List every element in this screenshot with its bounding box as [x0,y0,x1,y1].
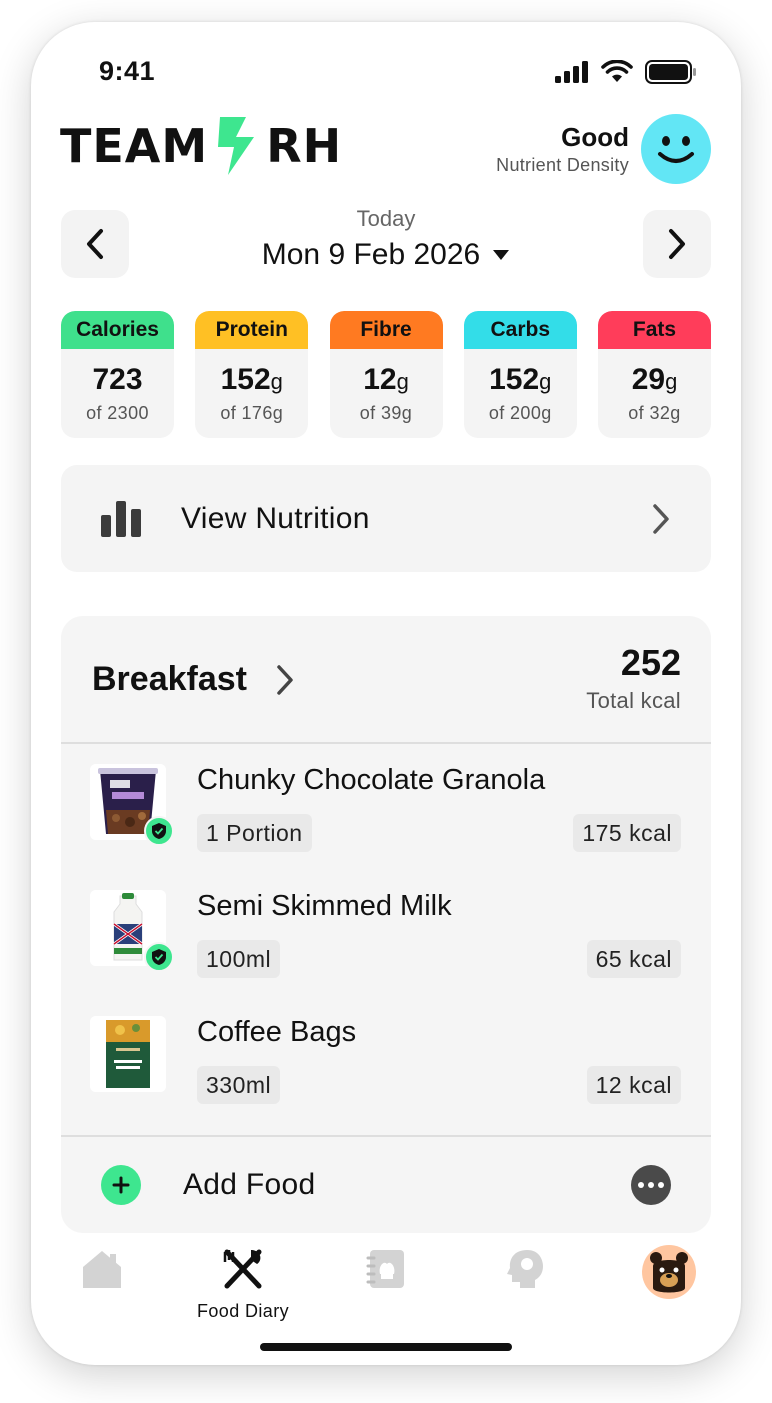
chevron-right-icon [669,229,685,259]
logo-text-left: TEAM [60,119,209,173]
macro-calories-header: Calories [61,311,174,349]
next-day-button[interactable] [643,210,711,278]
nutrient-density-value: Good [561,122,629,152]
verified-shield-icon [144,942,174,972]
macro-fibre-target: of 39g [359,403,413,423]
macro-fats-unit: g [665,369,678,394]
status-icons [555,60,697,84]
macro-calories-target: of 2300 [86,403,149,423]
add-food-button[interactable]: Add Food [183,1168,316,1202]
macro-fibre-header: Fibre [329,311,443,349]
macro-protein-header: Protein [195,311,309,349]
meal-total-kcal-label: Total kcal [586,688,681,713]
meal-title: Breakfast [92,660,247,698]
verified-shield-icon [144,816,174,846]
nutrient-density[interactable]: Good Nutrient Density [496,122,629,176]
lightning-bolt-icon [218,117,255,175]
recipe-book-icon [366,1250,404,1288]
macro-fats-value: 29 [631,363,666,396]
cellular-signal-icon [555,61,588,83]
add-food-plus-icon[interactable] [101,1165,141,1205]
meal-total-kcal: 252 [620,642,681,683]
food-kcal: 175 kcal [573,814,681,852]
food-item[interactable]: Semi Skimmed Milk 100ml 65 kcal [61,890,711,990]
chevron-right-icon [277,664,293,695]
nutrient-density-label: Nutrient Density [496,155,629,175]
date-subtitle: Today [356,206,416,231]
phone-screen: 9:41 TEAM RH Good Nutrient Density Today… [31,22,741,1365]
macro-fats[interactable]: Fats 29g of 32g [598,311,711,438]
macro-protein-target: of 176g [220,403,284,423]
macro-calories[interactable]: Calories 723 of 2300 [61,311,174,438]
caret-down-icon [493,250,510,260]
macro-fibre[interactable]: Fibre 12g of 39g [329,311,443,438]
status-bar: 9:41 [31,22,741,122]
macro-protein-unit: g [270,369,283,394]
food-item[interactable]: Chunky Chocolate Granola 1 Portion 175 k… [61,764,711,864]
tab-home[interactable] [42,1248,162,1295]
head-brain-icon [507,1250,543,1288]
view-nutrition-button[interactable]: View Nutrition [61,465,711,572]
bar-chart-icon [101,500,141,537]
tab-coaching[interactable] [467,1248,587,1295]
logo-text-right: RH [266,119,343,173]
food-kcal: 12 kcal [586,1066,681,1104]
meal-header[interactable]: Breakfast 252 Total kcal [61,616,711,744]
fork-knife-icon [223,1249,262,1289]
tab-profile[interactable] [609,1245,729,1305]
macro-calories-value: 723 [92,363,143,396]
macro-fibre-value: 12 [363,363,397,396]
date-label: Mon 9 Feb 2026 [261,238,481,271]
chevron-right-icon [653,503,669,534]
home-icon [83,1251,121,1288]
food-portion[interactable]: 1 Portion [197,814,312,852]
macro-protein-value: 152 [220,363,271,396]
add-food-row: Add Food [61,1135,711,1233]
macro-fats-header: Fats [598,311,711,349]
food-kcal: 65 kcal [586,940,681,978]
macro-summary: Calories 723 of 2300 Protein 152g of 176… [61,311,711,438]
status-time: 9:41 [99,56,156,86]
food-portion[interactable]: 330ml [197,1066,281,1104]
macro-carbs-unit: g [539,369,552,394]
macro-carbs-value: 152 [489,363,540,396]
view-nutrition-label: View Nutrition [181,501,370,535]
battery-icon [645,60,696,84]
tab-label-food-diary: Food Diary [196,1301,290,1321]
food-name: Chunky Chocolate Granola [197,764,546,796]
smiley-face-icon[interactable] [641,114,711,184]
food-portion[interactable]: 100ml [197,940,281,978]
tab-bar: Food Diary [31,1245,741,1328]
bear-avatar-icon [642,1245,696,1299]
wifi-icon [601,60,633,82]
meal-card-breakfast: Breakfast 252 Total kcal Chunky Chocolat… [61,616,711,1233]
more-options-icon[interactable] [631,1165,671,1205]
macro-fats-target: of 32g [628,403,681,423]
date-selector[interactable]: Today Mon 9 Feb 2026 [31,206,741,272]
macro-fibre-unit: g [396,369,409,394]
macro-carbs-target: of 200g [488,403,552,423]
food-name: Semi Skimmed Milk [197,890,452,922]
team-rh-logo: TEAM RH [60,116,342,176]
home-indicator[interactable] [260,1343,512,1351]
food-item[interactable]: Coffee Bags 330ml 12 kcal [61,1016,711,1116]
food-name: Coffee Bags [197,1016,357,1048]
macro-carbs-header: Carbs [463,311,577,349]
macro-protein[interactable]: Protein 152g of 176g [195,311,309,438]
tab-food-diary[interactable]: Food Diary [183,1248,303,1322]
food-image-coffee [90,1016,166,1092]
tab-recipes[interactable] [326,1248,446,1295]
macro-carbs[interactable]: Carbs 152g of 200g [463,311,577,438]
